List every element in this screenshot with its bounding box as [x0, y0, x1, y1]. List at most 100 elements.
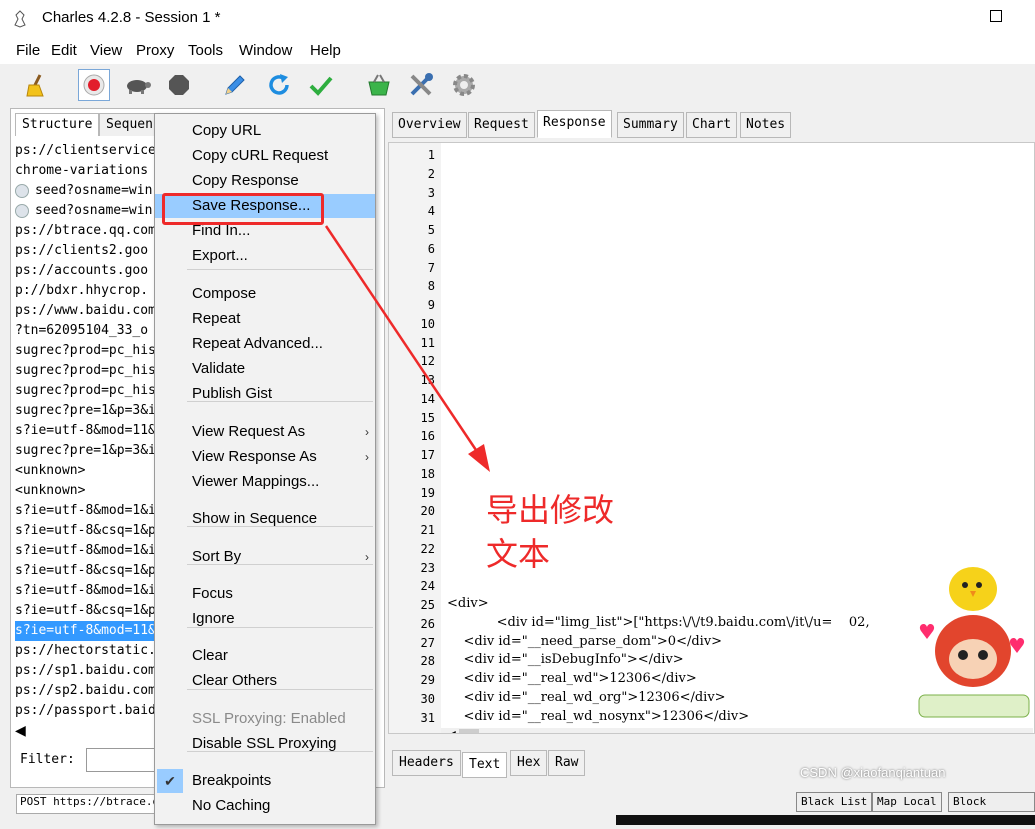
scrollbar-thumb[interactable] — [459, 729, 479, 733]
menu-item-sort-by[interactable]: Sort By › — [155, 545, 375, 569]
turtle-icon[interactable] — [122, 70, 152, 100]
tree-row[interactable]: sugrec?pre=1&p=3&i — [15, 401, 165, 421]
tree-row[interactable]: sugrec?prod=pc_his — [15, 341, 165, 361]
code-line: <div id="limg_list">["https:\/\/t9.baidu… — [447, 614, 870, 630]
tree-row[interactable]: chrome-variations — [15, 161, 165, 181]
tree-row[interactable]: ps://accounts.goo — [15, 261, 165, 281]
tree-row[interactable]: s?ie=utf-8&mod=1&i — [15, 501, 165, 521]
menu-item-copy-curl-request[interactable]: Copy cURL Request — [155, 144, 375, 168]
tree-row[interactable]: s?ie=utf-8&mod=11& — [15, 421, 165, 441]
dark-strip — [616, 815, 1035, 825]
tab-response[interactable]: Response — [537, 110, 612, 138]
tree-row[interactable]: seed?osname=win — [15, 201, 165, 221]
code-line: <div id="__need_parse_dom">0</div> — [447, 633, 723, 649]
menu-window[interactable]: Window — [239, 42, 292, 59]
menu-item-clear-others[interactable]: Clear Others — [155, 669, 375, 693]
menu-item-clear[interactable]: Clear — [155, 644, 375, 668]
tab-chart[interactable]: Chart — [686, 112, 738, 138]
refresh-icon[interactable] — [264, 70, 294, 100]
horizontal-scrollbar[interactable]: ◀ — [15, 723, 155, 741]
map-local-button[interactable]: Map Local — [872, 792, 942, 812]
tab-text[interactable]: Text — [462, 752, 508, 778]
menu-tools[interactable]: Tools — [188, 42, 223, 59]
menu-help[interactable]: Help — [310, 42, 341, 59]
gear-icon[interactable] — [449, 70, 479, 100]
line-number: 21 — [420, 523, 435, 537]
check-icon[interactable] — [306, 70, 336, 100]
menu-edit[interactable]: Edit — [51, 42, 77, 59]
tree-row[interactable]: ps://hectorstatic. — [15, 641, 165, 661]
tree-row[interactable]: <unknown> — [15, 481, 165, 501]
filter-input[interactable] — [86, 748, 156, 772]
menu-view[interactable]: View — [90, 42, 122, 59]
tree-row[interactable]: ps://clients2.goo — [15, 241, 165, 261]
tree-row[interactable]: ?tn=62095104_33_o — [15, 321, 165, 341]
block-cookies-button[interactable]: Block Cookies — [948, 792, 1035, 826]
menu-item-label: Repeat — [192, 310, 241, 327]
menu-item-copy-url[interactable]: Copy URL — [155, 119, 375, 143]
tree-row[interactable]: p://bdxr.hhycrop. — [15, 281, 165, 301]
tools-icon[interactable] — [406, 70, 436, 100]
menu-item-copy-response[interactable]: Copy Response — [155, 169, 375, 193]
broom-icon[interactable] — [22, 70, 52, 100]
code-line: <div id="__real_wd">12306</div> — [447, 671, 697, 686]
menu-item-disable-ssl-proxying[interactable]: Disable SSL Proxying — [155, 732, 375, 756]
tab-overview[interactable]: Overview — [392, 112, 467, 138]
tree-row[interactable]: s?ie=utf-8&csq=1&p — [15, 561, 165, 581]
tab-notes[interactable]: Notes — [740, 112, 792, 138]
tab-sequence[interactable]: Sequen — [99, 113, 160, 136]
tab-structure[interactable]: Structure — [15, 113, 100, 136]
tree-row-label: sugrec?prod=pc_his — [15, 343, 156, 358]
tree-row[interactable]: s?ie=utf-8&mod=11& — [15, 621, 165, 641]
menu-item-breakpoints[interactable]: Breakpoints ✔ — [155, 769, 375, 793]
tree-row-label: sugrec?prod=pc_his — [15, 383, 156, 398]
window-title: Charles 4.2.8 - Session 1 * — [42, 9, 221, 26]
tree-row[interactable]: ps://www.baidu.com — [15, 301, 165, 321]
tree-row[interactable]: ps://sp2.baidu.com — [15, 681, 165, 701]
scroll-left-icon[interactable]: ◀ — [445, 728, 456, 733]
record-icon[interactable] — [78, 69, 110, 101]
tree-row-label: sugrec?pre=1&p=3&i — [15, 403, 156, 418]
tree-row-label: s?ie=utf-8&csq=1&p — [15, 603, 156, 618]
menu-item-focus[interactable]: Focus — [155, 582, 375, 606]
pen-icon[interactable] — [220, 70, 250, 100]
black-list-button[interactable]: Black List — [796, 792, 873, 812]
tree-row-label: ps://clients2.goo — [15, 243, 149, 258]
tree-row-label: s?ie=utf-8&mod=11& — [15, 423, 156, 438]
menu-item-show-in-sequence[interactable]: Show in Sequence — [155, 507, 375, 531]
tab-raw[interactable]: Raw — [548, 750, 586, 776]
annotation-line-1: 导出修改 — [486, 491, 615, 529]
tree-row[interactable]: <unknown> — [15, 461, 165, 481]
tree-row[interactable]: ps://clientservice — [15, 141, 165, 161]
tree-row[interactable]: s?ie=utf-8&csq=1&p — [15, 521, 165, 541]
tab-request[interactable]: Request — [468, 112, 535, 138]
tree-row[interactable]: ps://passport.baid — [15, 701, 165, 721]
tree-row[interactable]: ps://sp1.baidu.com — [15, 661, 165, 681]
tab-hex[interactable]: Hex — [510, 750, 548, 776]
tree-row[interactable]: s?ie=utf-8&mod=1&i — [15, 581, 165, 601]
menu-file[interactable]: File — [16, 42, 40, 59]
tree-row[interactable]: sugrec?prod=pc_his — [15, 381, 165, 401]
menu-item-label: Copy cURL Request — [192, 147, 329, 164]
menu-item-ignore[interactable]: Ignore — [155, 607, 375, 631]
scroll-left-icon[interactable]: ◀ — [15, 723, 26, 739]
tree-row[interactable]: sugrec?prod=pc_his — [15, 361, 165, 381]
line-number: 27 — [420, 635, 435, 650]
stop-icon[interactable] — [164, 70, 194, 100]
tree-row[interactable]: ps://btrace.qq.com — [15, 221, 165, 241]
tree-row[interactable]: s?ie=utf-8&csq=1&p — [15, 601, 165, 621]
menu-item-no-caching[interactable]: No Caching — [155, 794, 375, 818]
tree-row[interactable]: sugrec?pre=1&p=3&i — [15, 441, 165, 461]
maximize-icon[interactable] — [990, 10, 1002, 22]
menu-item-label: Validate — [192, 360, 246, 377]
tree-row[interactable]: seed?osname=win — [15, 181, 165, 201]
tab-summary[interactable]: Summary — [617, 112, 684, 138]
tab-headers[interactable]: Headers — [392, 750, 461, 776]
basket-icon[interactable] — [364, 70, 394, 100]
submenu-arrow-icon: › — [365, 550, 369, 564]
menu-proxy[interactable]: Proxy — [136, 42, 174, 59]
menu-item-label: Focus — [192, 585, 233, 602]
menu-item-label: Sort By — [192, 548, 242, 565]
editor-horizontal-scrollbar[interactable]: ◀ — [441, 728, 1033, 733]
tree-row[interactable]: s?ie=utf-8&mod=1&i — [15, 541, 165, 561]
